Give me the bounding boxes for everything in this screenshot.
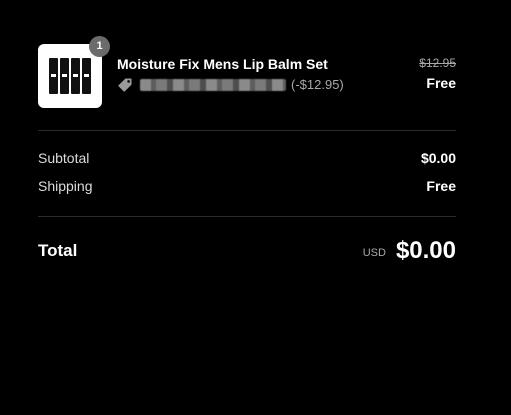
product-thumbnail-wrapper: 1 <box>38 35 110 108</box>
total-label: Total <box>38 241 78 260</box>
shipping-value: Free <box>426 178 456 194</box>
discount-amount: (-$12.95) <box>291 77 344 92</box>
currency-code: USD <box>362 246 386 259</box>
subtotal-value: $0.00 <box>420 150 456 166</box>
lip-balm-tube <box>71 57 80 94</box>
original-price: $12.95 <box>419 56 456 70</box>
lip-balm-tube <box>49 57 58 94</box>
subtotal-label: Subtotal <box>38 150 90 166</box>
discount-row: (-$12.95) <box>117 77 419 93</box>
line-item: 1 Moisture Fix Mens Lip Balm Set (-$12.9… <box>38 35 456 108</box>
item-info: Moisture Fix Mens Lip Balm Set (-$12.95) <box>117 55 419 93</box>
discount-code-redacted <box>140 78 286 91</box>
total-row: Total USD $0.00 <box>38 237 456 265</box>
lip-balm-tube <box>60 57 69 94</box>
product-name: Moisture Fix Mens Lip Balm Set <box>117 55 328 72</box>
order-summary: 1 Moisture Fix Mens Lip Balm Set (-$12.9… <box>38 35 456 265</box>
shipping-label: Shipping <box>38 178 93 194</box>
shipping-row: Shipping Free <box>38 172 456 200</box>
total-value: $0.00 <box>395 237 456 264</box>
quantity-badge: 1 <box>89 35 110 57</box>
tag-icon <box>118 78 132 92</box>
subtotal-row: Subtotal $0.00 <box>38 144 456 172</box>
current-price: Free <box>426 75 456 91</box>
total-amount: USD $0.00 <box>363 237 456 265</box>
divider <box>38 216 456 217</box>
cost-breakdown: Subtotal $0.00 Shipping Free <box>38 131 456 216</box>
item-prices: $12.95 Free <box>419 55 456 92</box>
lip-balm-tube <box>82 57 91 94</box>
